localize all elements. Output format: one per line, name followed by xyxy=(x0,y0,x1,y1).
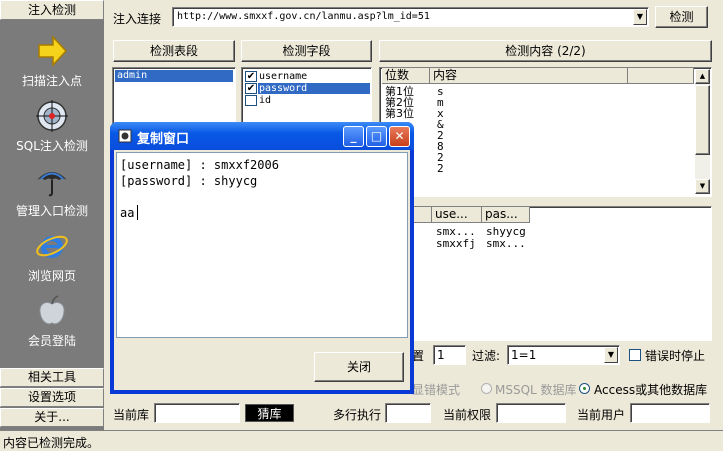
sidebar-footer-settings[interactable]: 设置选项 xyxy=(0,388,104,407)
arrow-right-icon xyxy=(38,35,68,67)
sidebar-item-label: 会员登陆 xyxy=(27,334,76,348)
sidebar-footer-tools[interactable]: 相关工具 xyxy=(0,368,104,387)
content-header[interactable]: 检测内容 (2/2) xyxy=(379,40,712,62)
multi-exec-label: 多行执行 xyxy=(333,408,382,422)
detect-button[interactable]: 检测 xyxy=(655,6,708,28)
close-icon[interactable]: ✕ xyxy=(389,126,410,147)
current-perm-input[interactable] xyxy=(496,403,566,423)
app-icon xyxy=(118,129,132,143)
target-icon xyxy=(36,100,68,132)
filter-value: 1=1 xyxy=(511,348,537,362)
content-grid[interactable]: 位数 内容 第1位 s 第2位 m 第3位 x & 2 8 2 2 ▲ ▼ xyxy=(379,67,712,197)
url-value: http://www.smxxf.gov.cn/lanmu.asp?lm_id=… xyxy=(177,11,430,22)
table-cell[interactable]: shyycg xyxy=(486,226,526,237)
stop-on-error-label[interactable]: 错误时停止 xyxy=(645,347,705,364)
current-perm-label: 当前权限 xyxy=(443,408,492,422)
column-header-empty[interactable] xyxy=(628,68,694,84)
column-header[interactable]: use... xyxy=(432,207,482,223)
scroll-up-icon[interactable]: ▲ xyxy=(695,69,710,84)
table-cell[interactable]: smxxfj xyxy=(436,238,476,249)
minimize-icon[interactable]: _ xyxy=(343,126,364,147)
position-input[interactable]: 1 xyxy=(433,345,466,365)
stop-on-error-checkbox[interactable] xyxy=(629,349,641,361)
checkbox-password[interactable]: ✔ xyxy=(245,83,257,94)
column-header[interactable]: 内容 xyxy=(430,68,628,84)
close-button[interactable]: 关闭 xyxy=(314,352,404,382)
column-header[interactable]: pas... xyxy=(482,207,530,223)
results-grid[interactable]: use... pas... smx... shyycg smxxfj smx... xyxy=(379,206,712,341)
position-value: 1 xyxy=(437,348,445,362)
current-db-label: 当前库 xyxy=(113,408,150,422)
chevron-down-icon[interactable]: ▼ xyxy=(604,347,618,363)
field-password[interactable]: password xyxy=(258,83,370,94)
grid-cell-content: 2 xyxy=(437,162,444,175)
multi-exec-input[interactable] xyxy=(385,403,431,423)
text-cursor xyxy=(137,205,138,220)
tables-header[interactable]: 检测表段 xyxy=(113,40,235,62)
checkbox-id[interactable] xyxy=(245,95,257,106)
guess-db-button[interactable]: 猜库 xyxy=(245,404,294,422)
mssql-radio[interactable] xyxy=(481,383,492,394)
tables-list[interactable]: admin xyxy=(112,67,236,127)
chevron-down-icon[interactable]: ▼ xyxy=(633,9,647,25)
dialog-titlebar[interactable]: 复制窗口 _ □ ✕ xyxy=(110,122,414,150)
column-header[interactable]: 位数 xyxy=(382,68,430,84)
access-label[interactable]: Access或其他数据库 xyxy=(594,381,707,398)
filter-label: 过滤: xyxy=(472,349,501,363)
dialog-line: aa xyxy=(120,206,135,220)
dialog-title: 复制窗口 xyxy=(137,132,190,147)
access-radio[interactable] xyxy=(579,383,590,394)
grid-cell-position: 第3位 xyxy=(385,107,414,120)
table-cell[interactable]: smx... xyxy=(436,226,476,237)
sidebar-item-label: 扫描注入点 xyxy=(21,74,82,88)
umbrella-icon xyxy=(37,172,67,197)
sidebar-item-login[interactable]: 会员登陆 xyxy=(0,294,104,349)
sidebar-item-sql[interactable]: SQL注入检测 xyxy=(0,99,104,154)
sidebar-item-label: SQL注入检测 xyxy=(16,139,88,153)
fields-list[interactable]: ✔ username ✔ password id xyxy=(241,67,372,127)
sidebar-item-label: 管理入口检测 xyxy=(15,204,88,218)
sidebar-footer-about[interactable]: 关于... xyxy=(0,408,104,427)
sidebar-item-admin[interactable]: 管理入口检测 xyxy=(0,164,104,219)
checkbox-username[interactable]: ✔ xyxy=(245,71,257,82)
current-user-input[interactable] xyxy=(630,403,710,423)
sidebar-item-browse[interactable]: 浏览网页 xyxy=(0,229,104,284)
fields-header[interactable]: 检测字段 xyxy=(241,40,372,62)
mssql-label[interactable]: MSSQL 数据库 xyxy=(495,381,577,398)
dialog-line: [username] : smxxf2006 xyxy=(120,158,279,172)
table-cell[interactable]: smx... xyxy=(486,238,526,249)
scroll-thumb[interactable] xyxy=(695,85,710,155)
sidebar-header[interactable]: 注入检测 xyxy=(0,0,104,20)
sidebar-item-scan[interactable]: 扫描注入点 xyxy=(0,34,104,89)
dialog-line: [password] : shyycg xyxy=(120,174,258,188)
url-input[interactable]: http://www.smxxf.gov.cn/lanmu.asp?lm_id=… xyxy=(172,7,649,27)
apple-icon xyxy=(39,295,65,325)
field-id[interactable]: id xyxy=(259,95,271,106)
ie-icon xyxy=(36,235,68,258)
scroll-down-icon[interactable]: ▼ xyxy=(695,179,710,194)
current-db-input[interactable] xyxy=(154,403,240,423)
maximize-icon[interactable]: □ xyxy=(366,126,387,147)
dialog-textarea[interactable]: [username] : smxxf2006 [password] : shyy… xyxy=(116,152,408,338)
filter-select[interactable]: 1=1 ▼ xyxy=(507,345,620,365)
scrollbar[interactable]: ▲ ▼ xyxy=(695,69,710,194)
url-label: 注入连接 xyxy=(113,12,162,26)
error-mode-label: 显错模式 xyxy=(412,383,461,397)
field-username[interactable]: username xyxy=(259,71,307,82)
status-text: 内容已检测完成。 xyxy=(3,436,100,450)
dialog-body: [username] : smxxf2006 [password] : shyy… xyxy=(114,150,410,390)
list-item[interactable]: admin xyxy=(115,70,233,82)
sidebar-item-label: 浏览网页 xyxy=(27,269,76,283)
status-bar: 内容已检测完成。 xyxy=(0,430,723,450)
current-user-label: 当前用户 xyxy=(577,408,626,422)
copy-dialog: 复制窗口 _ □ ✕ [username] : smxxf2006 [passw… xyxy=(110,122,414,394)
